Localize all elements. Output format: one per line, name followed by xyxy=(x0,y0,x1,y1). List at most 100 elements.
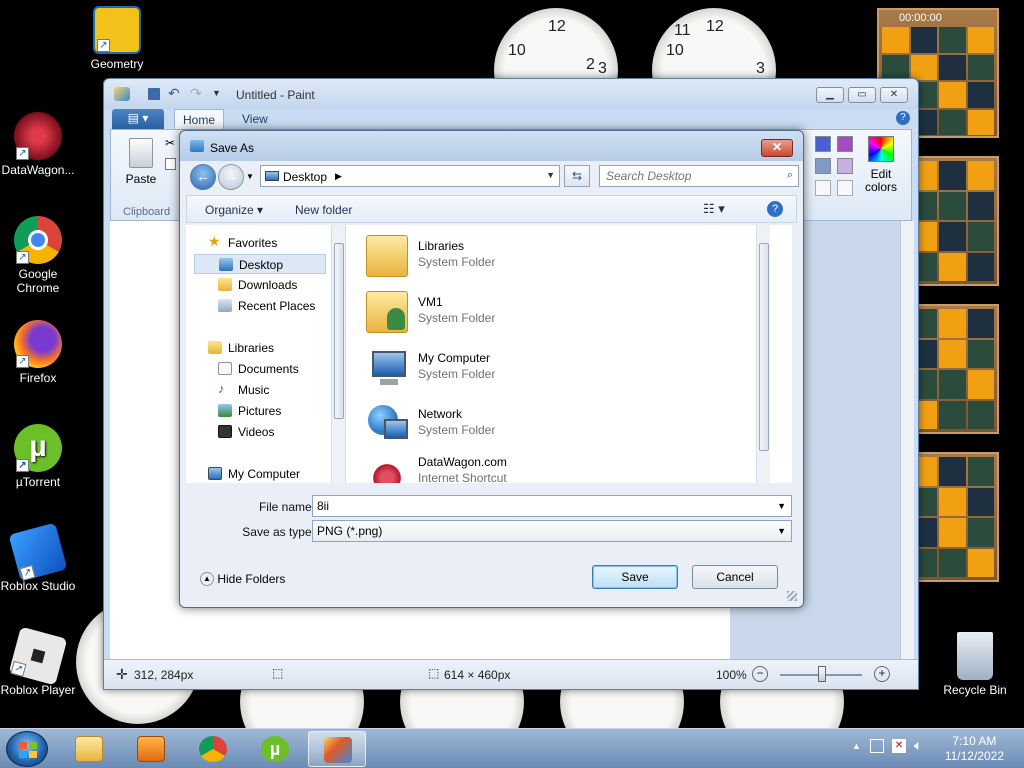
cut-icon[interactable]: ✂ xyxy=(165,136,175,150)
color-swatch[interactable] xyxy=(815,158,831,174)
action-center-icon[interactable]: ✕ xyxy=(892,739,906,753)
taskbar-chrome[interactable] xyxy=(184,731,242,767)
image-size-icon: ⬚ xyxy=(428,666,440,680)
scrollbar-thumb[interactable] xyxy=(334,243,344,419)
cancel-button[interactable]: Cancel xyxy=(692,565,778,589)
back-button[interactable]: ← xyxy=(190,164,216,190)
nav-item-music[interactable]: ♪ Music xyxy=(194,380,326,400)
taskbar-clock[interactable]: 7:10 AM 11/12/2022 xyxy=(945,734,1004,764)
desktop-icon-chrome[interactable]: ↗ Google Chrome xyxy=(0,216,78,295)
search-box[interactable]: ⌕ xyxy=(599,165,799,187)
save-button[interactable]: Save xyxy=(592,565,678,589)
paint-app-icon[interactable] xyxy=(114,87,130,101)
list-item[interactable]: Libraries System Folder xyxy=(360,231,760,283)
nav-item-downloads[interactable]: Downloads xyxy=(194,275,326,295)
dialog-close-button[interactable]: ✕ xyxy=(761,139,793,157)
nav-item-recent-places[interactable]: Recent Places xyxy=(194,296,326,316)
color-swatch[interactable] xyxy=(837,180,853,196)
recent-locations-icon[interactable]: ▼ xyxy=(246,172,254,181)
file-name-input[interactable]: 8ii ▼ xyxy=(312,495,792,517)
forward-button[interactable]: → xyxy=(218,164,244,190)
desktop-icon-firefox[interactable]: ↗ Firefox xyxy=(0,320,78,385)
save-as-type-select[interactable]: PNG (*.png) ▼ xyxy=(312,520,792,542)
tab-view[interactable]: View xyxy=(234,109,276,129)
volume-icon[interactable]: 🔈︎ xyxy=(914,737,922,754)
nav-item-pictures[interactable]: Pictures xyxy=(194,401,326,421)
list-item[interactable]: Network System Folder xyxy=(360,399,760,451)
videos-icon xyxy=(218,425,232,438)
paste-button[interactable]: Paste xyxy=(119,136,163,190)
copy-icon[interactable] xyxy=(165,158,176,170)
network-tray-icon[interactable] xyxy=(870,739,884,753)
zoom-in-button[interactable]: + xyxy=(874,666,890,682)
close-window-button[interactable]: ✕ xyxy=(880,87,908,103)
paint-title-bar[interactable]: ↶ ↷ ▼ Untitled - Paint ▁ ▭ ✕ xyxy=(104,79,918,109)
nav-item-documents[interactable]: Documents xyxy=(194,359,326,379)
help-icon[interactable]: ? xyxy=(896,111,910,125)
dialog-toolbar: Organize ▾ New folder ☷ ▾ ? xyxy=(186,195,797,223)
nav-pane-scrollbar[interactable] xyxy=(331,225,345,483)
media-player-icon xyxy=(137,736,165,762)
tab-home[interactable]: Home xyxy=(174,109,225,129)
nav-item-favorites[interactable]: ★ Favorites xyxy=(194,233,326,253)
computer-icon xyxy=(208,467,222,480)
nav-item-libraries[interactable]: Libraries xyxy=(194,338,326,358)
save-as-type-dropdown-icon[interactable]: ▼ xyxy=(777,526,786,536)
save-quick-icon[interactable] xyxy=(148,88,160,100)
color-swatch[interactable] xyxy=(815,136,831,152)
list-item[interactable]: My Computer System Folder xyxy=(360,343,760,395)
color-swatch[interactable] xyxy=(837,158,853,174)
zoom-slider-thumb[interactable] xyxy=(818,666,826,682)
undo-icon[interactable]: ↶ xyxy=(168,85,180,102)
desktop-icon-label: Roblox Studio xyxy=(0,579,76,593)
new-folder-button[interactable]: New folder xyxy=(295,203,352,217)
list-item[interactable]: DataWagon.com Internet Shortcut xyxy=(360,453,760,483)
list-item[interactable]: VM1 System Folder xyxy=(360,287,760,339)
paint-window-title: Untitled - Paint xyxy=(236,88,315,102)
nav-item-desktop[interactable]: Desktop xyxy=(194,254,326,274)
maximize-button[interactable]: ▭ xyxy=(848,87,876,103)
search-icon[interactable]: ⌕ xyxy=(787,169,793,182)
start-button[interactable] xyxy=(6,731,48,767)
desktop-icon-roblox-player[interactable]: ↗ Roblox Player xyxy=(0,626,78,697)
edit-colors-button[interactable]: Edit colors xyxy=(861,136,901,198)
vertical-scrollbar[interactable] xyxy=(900,221,914,659)
nav-item-videos[interactable]: Videos xyxy=(194,422,326,442)
desktop-icon-roblox-studio[interactable]: ↗ Roblox Studio xyxy=(0,522,78,593)
desktop-icon-geometry[interactable]: ↗ Geometry xyxy=(77,6,157,71)
redo-icon[interactable]: ↷ xyxy=(190,85,202,102)
desktop-icon-datawagon[interactable]: ↗ DataWagon... xyxy=(0,112,78,177)
desktop-icon-utorrent[interactable]: µ ↗ µTorrent xyxy=(0,424,78,489)
file-name-dropdown-icon[interactable]: ▼ xyxy=(777,501,786,511)
dialog-help-icon[interactable]: ? xyxy=(767,201,783,217)
address-dropdown-icon[interactable]: ▼ xyxy=(546,170,555,180)
minimize-button[interactable]: ▁ xyxy=(816,87,844,103)
color-swatch[interactable] xyxy=(815,180,831,196)
scrollbar-thumb[interactable] xyxy=(759,243,769,451)
paint-menu-button[interactable]: ▤ ▾ xyxy=(112,109,164,129)
clipboard-icon xyxy=(129,138,153,168)
customize-toolbar-icon[interactable]: ▼ xyxy=(212,88,221,98)
search-input[interactable] xyxy=(606,167,781,185)
file-list-scrollbar[interactable] xyxy=(756,225,770,483)
taskbar-utorrent[interactable]: µ xyxy=(246,731,304,767)
view-options-button[interactable]: ☷ ▾ xyxy=(703,201,725,217)
desktop-icon-recycle-bin[interactable]: Recycle Bin xyxy=(935,632,1015,697)
taskbar-media-player[interactable] xyxy=(122,731,180,767)
nav-label: Documents xyxy=(238,362,299,376)
show-hidden-icons-button[interactable]: ▲ xyxy=(852,741,861,751)
organize-button[interactable]: Organize ▾ xyxy=(205,203,263,217)
nav-item-my-computer[interactable]: My Computer xyxy=(194,464,326,484)
zoom-out-button[interactable]: − xyxy=(752,666,768,682)
resize-grip-icon[interactable] xyxy=(787,591,797,601)
navigation-bar: ← → ▼ Desktop ▶ ▼ ⇆ ⌕ xyxy=(186,161,799,191)
hide-folders-button[interactable]: ▲ Hide Folders xyxy=(200,571,285,586)
breadcrumb-arrow-icon[interactable]: ▶ xyxy=(335,171,342,182)
color-swatch[interactable] xyxy=(837,136,853,152)
organize-label: Organize xyxy=(205,203,254,217)
taskbar-file-explorer[interactable] xyxy=(60,731,118,767)
dialog-title-bar[interactable]: Save As ✕ xyxy=(180,131,803,161)
address-bar[interactable]: Desktop ▶ ▼ xyxy=(260,165,560,187)
refresh-button[interactable]: ⇆ xyxy=(564,165,590,187)
taskbar-paint[interactable] xyxy=(308,731,366,767)
